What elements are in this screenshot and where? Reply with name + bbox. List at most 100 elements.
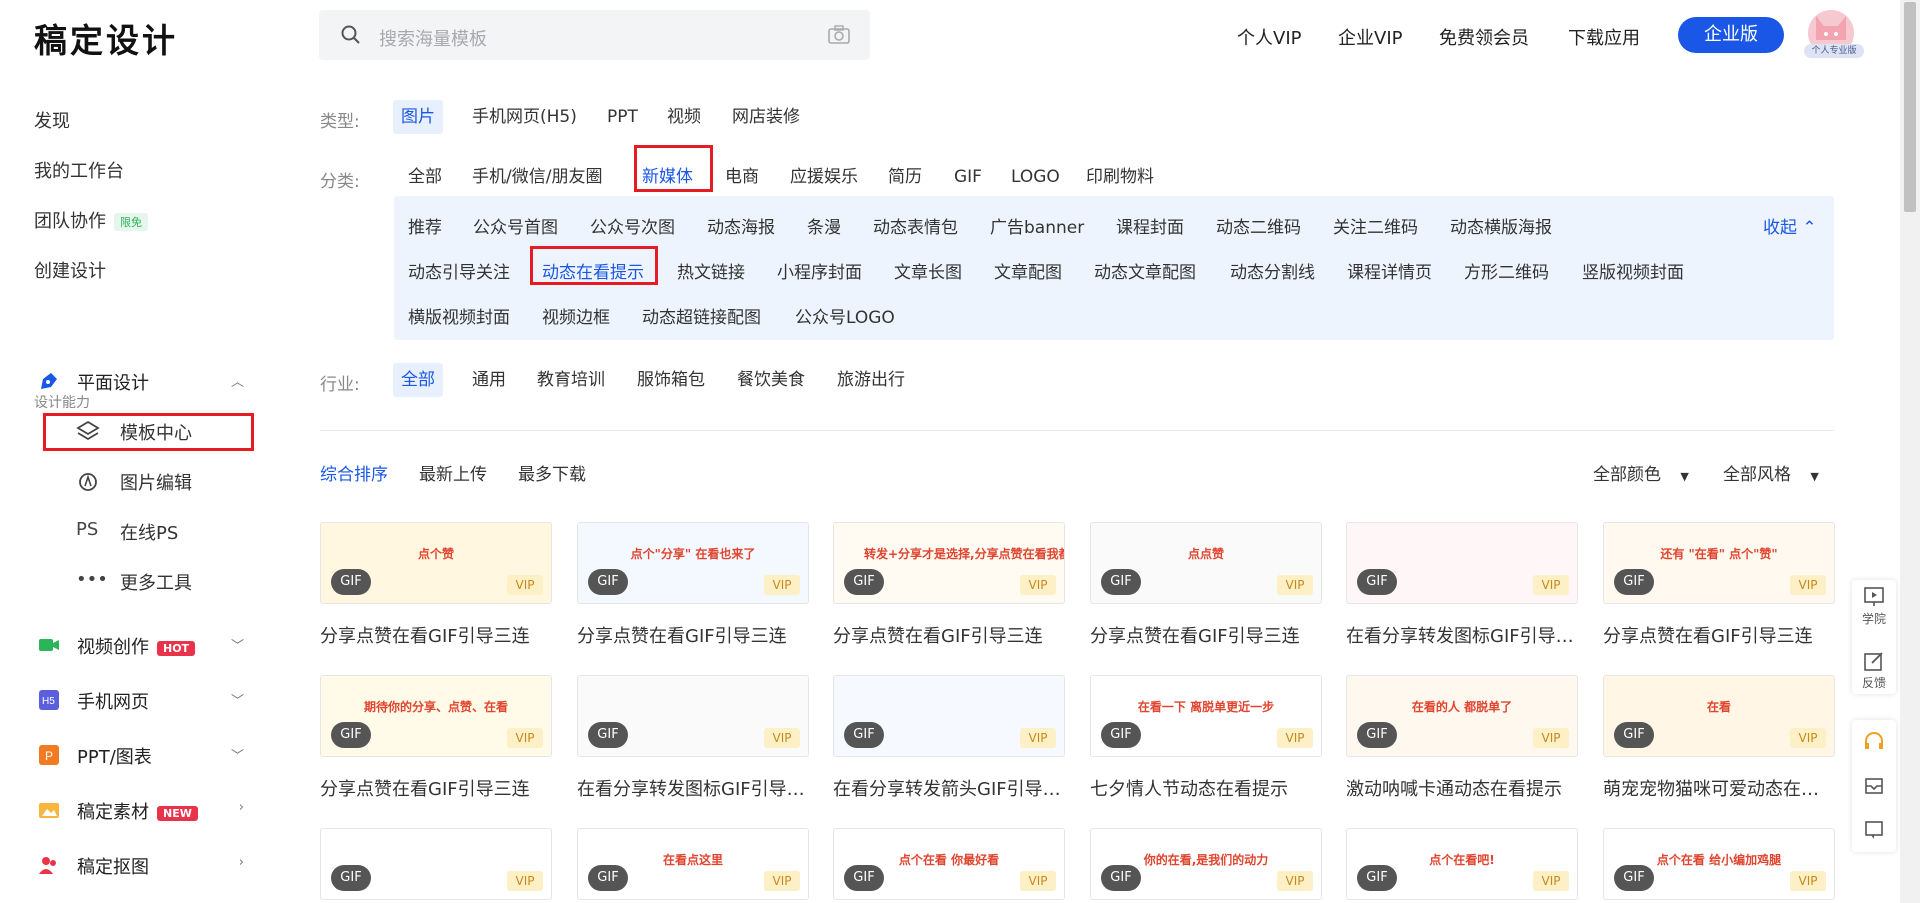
template-card[interactable]: 点个"分享" 在看也来了 GIF VIP (577, 522, 809, 604)
sidebar-section-ppt[interactable]: P PPT/图表 ﹀ (34, 740, 244, 770)
card-title[interactable]: 分享点赞在看GIF引导三连 (1603, 622, 1835, 648)
logo[interactable]: 稿定设计 (34, 14, 178, 62)
template-card[interactable]: 点个在看 给小编加鸡腿 GIF VIP (1603, 828, 1835, 900)
sub-chip-long-image[interactable]: 文章长图 (894, 258, 962, 283)
sub-chip-follow-qr[interactable]: 关注二维码 (1333, 213, 1418, 238)
camera-icon[interactable] (828, 25, 850, 45)
sort-most-downloads[interactable]: 最多下载 (518, 460, 586, 485)
industry-chip-all[interactable]: 全部 (393, 363, 443, 397)
sort-comprehensive[interactable]: 综合排序 (320, 460, 388, 485)
sub-chip-video-frame[interactable]: 视频边框 (542, 303, 610, 328)
template-card[interactable]: 点点赞 GIF VIP (1090, 522, 1322, 604)
industry-chip-apparel[interactable]: 服饰箱包 (629, 363, 713, 397)
template-card[interactable]: 期待你的分享、点赞、在看 GIF VIP (320, 675, 552, 757)
collapse-button[interactable]: 收起 ⌃ (1763, 213, 1817, 238)
type-chip-h5[interactable]: 手机网页(H5) (464, 100, 585, 134)
sub-chip-miniprogram-cover[interactable]: 小程序封面 (777, 258, 862, 283)
type-chip-video[interactable]: 视频 (659, 100, 709, 134)
sub-chip-hot-link[interactable]: 热文链接 (677, 258, 745, 283)
template-card[interactable]: GIF VIP (577, 675, 809, 757)
chat-button[interactable] (1852, 808, 1896, 852)
template-card[interactable]: 还有 "在看" 点个"赞" GIF VIP (1603, 522, 1835, 604)
academy-button[interactable]: 学院 (1852, 580, 1896, 630)
category-chip-gif[interactable]: GIF (946, 160, 990, 194)
card-title[interactable]: 萌宠宠物猫咪可爱动态在看提示 (1603, 775, 1835, 801)
card-title[interactable]: 在看分享转发箭头GIF引导三连 (833, 775, 1065, 801)
sub-chip-hyperlink-image[interactable]: 动态超链接配图 (642, 303, 761, 328)
sub-chip-main-cover[interactable]: 公众号首图 (473, 213, 558, 238)
card-title[interactable]: 七夕情人节动态在看提示 (1090, 775, 1322, 801)
sub-chip-banner[interactable]: 广告banner (990, 213, 1084, 238)
support-button[interactable] (1852, 720, 1896, 764)
industry-chip-education[interactable]: 教育培训 (529, 363, 613, 397)
template-card[interactable]: 点个赞 GIF VIP (320, 522, 552, 604)
sub-chip-secondary-cover[interactable]: 公众号次图 (590, 213, 675, 238)
sub-chip-horizontal-poster[interactable]: 动态横版海报 (1450, 213, 1552, 238)
nav-download-app[interactable]: 下载应用 (1568, 24, 1640, 50)
sub-chip-course-detail[interactable]: 课程详情页 (1347, 258, 1432, 283)
template-card[interactable]: 转发+分享才是选择,分享点赞在看我都要!GIFVIP (833, 522, 1065, 604)
card-title[interactable]: 分享点赞在看GIF引导三连 (577, 622, 809, 648)
category-chip-all[interactable]: 全部 (400, 160, 450, 194)
nav-free-member[interactable]: 免费领会员 (1439, 24, 1529, 50)
template-card[interactable]: 在看 GIF VIP (1603, 675, 1835, 757)
sidebar-section-video[interactable]: 视频创作 HOT ﹀ (34, 630, 244, 660)
sub-chip-course-cover[interactable]: 课程封面 (1116, 213, 1184, 238)
nav-enterprise-vip[interactable]: 企业VIP (1338, 24, 1402, 50)
sub-chip-dynamic-article-image[interactable]: 动态文章配图 (1094, 258, 1196, 283)
category-chip-wechat[interactable]: 手机/微信/朋友圈 (464, 160, 610, 194)
vertical-scrollbar[interactable] (1900, 0, 1920, 903)
card-title[interactable]: 激动呐喊卡通动态在看提示 (1346, 775, 1578, 801)
sub-chip-recommend[interactable]: 推荐 (408, 213, 442, 238)
template-card[interactable]: 在看一下 离脱单更近一步 GIF VIP (1090, 675, 1322, 757)
type-chip-shop[interactable]: 网店装修 (724, 100, 808, 134)
sub-chip-dynamic-poster[interactable]: 动态海报 (707, 213, 775, 238)
sidebar-item-workspace[interactable]: 我的工作台 (34, 157, 124, 183)
sidebar-item-team[interactable]: 团队协作 限免 (34, 207, 148, 233)
sidebar-item-discover[interactable]: 发现 (34, 107, 70, 133)
sidebar-section-graphic-design[interactable]: 平面设计 ︿ (34, 366, 244, 396)
sub-chip-article-image[interactable]: 文章配图 (994, 258, 1062, 283)
industry-chip-general[interactable]: 通用 (464, 363, 514, 397)
template-card[interactable]: GIF VIP (833, 675, 1065, 757)
category-chip-resume[interactable]: 简历 (880, 160, 930, 194)
sidebar-item-image-edit[interactable]: 图片编辑 (76, 466, 246, 496)
template-card[interactable]: 你的在看,是我们的动力 GIF VIP (1090, 828, 1322, 900)
sub-chip-dynamic-qr[interactable]: 动态二维码 (1216, 213, 1301, 238)
card-title[interactable]: 分享点赞在看GIF引导三连 (833, 622, 1065, 648)
sub-chip-square-qr[interactable]: 方形二维码 (1464, 258, 1549, 283)
template-card[interactable]: 点个在看 你最好看 GIF VIP (833, 828, 1065, 900)
sidebar-item-online-ps[interactable]: PS 在线PS (76, 516, 246, 546)
sub-chip-vertical-video-cover[interactable]: 竖版视频封面 (1582, 258, 1684, 283)
industry-chip-travel[interactable]: 旅游出行 (829, 363, 913, 397)
search-bar[interactable]: 搜索海量模板 (319, 10, 870, 60)
style-filter-dropdown[interactable]: 全部风格 ▼ (1723, 460, 1819, 485)
card-title[interactable]: 分享点赞在看GIF引导三连 (320, 622, 552, 648)
sub-chip-divider[interactable]: 动态分割线 (1230, 258, 1315, 283)
sub-chip-follow-guide[interactable]: 动态引导关注 (408, 258, 510, 283)
scrollbar-thumb[interactable] (1904, 2, 1916, 212)
sub-chip-horizontal-video-cover[interactable]: 横版视频封面 (408, 303, 510, 328)
nav-personal-vip[interactable]: 个人VIP (1237, 24, 1301, 50)
feedback-button[interactable]: 反馈 (1852, 644, 1896, 694)
template-card[interactable]: GIF VIP (1346, 522, 1578, 604)
category-chip-print[interactable]: 印刷物料 (1078, 160, 1162, 194)
category-chip-fan-support[interactable]: 应援娱乐 (782, 160, 866, 194)
card-title[interactable]: 分享点赞在看GIF引导三连 (1090, 622, 1322, 648)
sidebar-item-more-tools[interactable]: ••• 更多工具 (76, 566, 246, 596)
inbox-button[interactable] (1852, 764, 1896, 808)
template-card[interactable]: 在看点这里 GIF VIP (577, 828, 809, 900)
type-chip-image[interactable]: 图片 (393, 100, 443, 134)
enterprise-button[interactable]: 企业版 (1678, 17, 1784, 53)
type-chip-ppt[interactable]: PPT (599, 100, 646, 134)
sidebar-section-assets[interactable]: 稿定素材 NEW › (34, 795, 244, 825)
sort-newest[interactable]: 最新上传 (419, 460, 487, 485)
sub-chip-sticker[interactable]: 动态表情包 (873, 213, 958, 238)
template-card[interactable]: 点个在看吧! GIF VIP (1346, 828, 1578, 900)
sidebar-section-mobile-web[interactable]: H5 手机网页 ﹀ (34, 685, 244, 715)
template-card[interactable]: GIF VIP (320, 828, 552, 900)
template-card[interactable]: 在看的人 都脱单了 GIF VIP (1346, 675, 1578, 757)
card-title[interactable]: 在看分享转发图标GIF引导三连 (577, 775, 809, 801)
card-title[interactable]: 在看分享转发图标GIF引导三连 (1346, 622, 1578, 648)
card-title[interactable]: 分享点赞在看GIF引导三连 (320, 775, 552, 801)
